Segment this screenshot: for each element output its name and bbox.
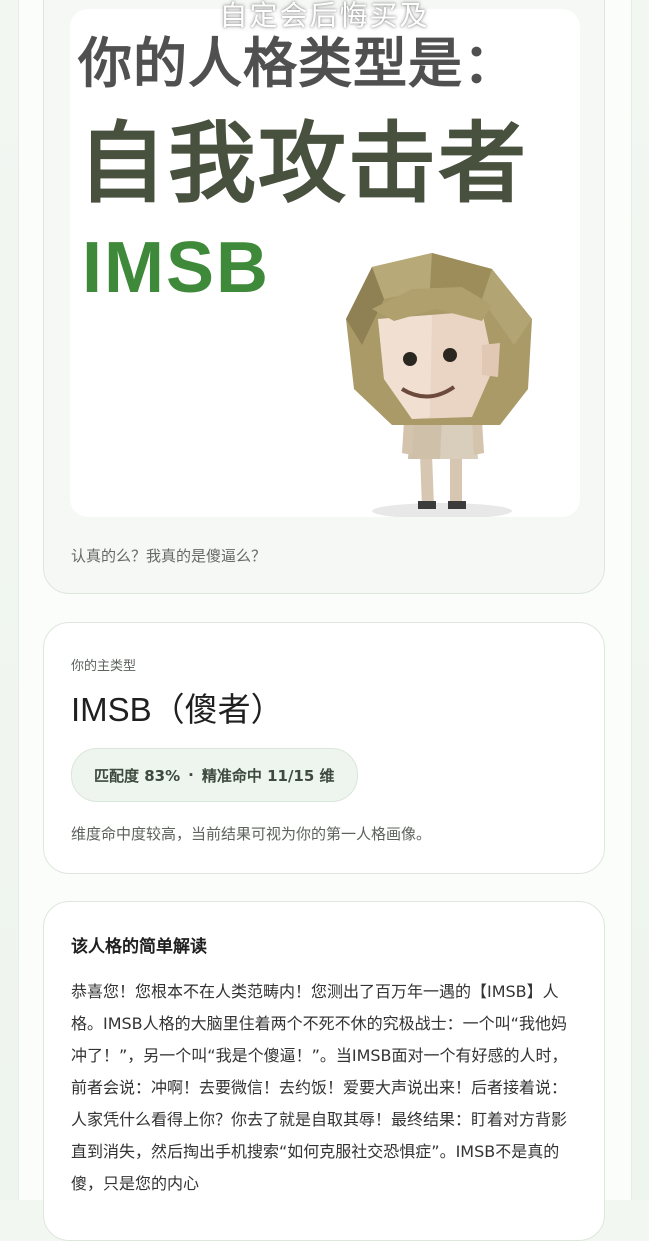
illustration-type-code: IMSB [82, 228, 270, 308]
character-figure-icon [346, 253, 532, 517]
reading-card: 该人格的简单解读 恭喜您！您根本不在人类范畴内！您测出了百万年一遇的【IMSB】… [43, 901, 605, 1241]
result-image-card: 你的人格类型是： 自我攻击者 IMSB 认真的么？我真的是傻逼么？ [43, 0, 605, 594]
header-overlay-text: 自定会后悔买及 [219, 0, 430, 32]
main-type-label: 你的主类型 [71, 659, 137, 674]
match-degree: 匹配度 83% [94, 766, 181, 785]
type-note: 维度命中度较高，当前结果可视为你的第一人格画像。 [71, 825, 432, 843]
reading-title: 该人格的简单解读 [71, 937, 207, 957]
image-caption: 认真的么？我真的是傻逼么？ [71, 547, 267, 565]
main-type-card: 你的主类型 IMSB（傻者） 匹配度 83% · 精准命中 11/15 维 维度… [43, 622, 605, 874]
dimension-hits: 精准命中 11/15 维 [201, 766, 335, 785]
result-illustration[interactable]: 你的人格类型是： 自我攻击者 IMSB [70, 9, 580, 517]
match-score-badge: 匹配度 83% · 精准命中 11/15 维 [71, 748, 358, 802]
separator-dot: · [188, 766, 194, 784]
main-type-value: IMSB（傻者） [71, 691, 284, 728]
illustration-type-name: 自我攻击者 [78, 112, 529, 215]
reading-body: 恭喜您！您根本不在人类范畴内！您测出了百万年一遇的【IMSB】人格。IMSB人格… [71, 982, 568, 1193]
